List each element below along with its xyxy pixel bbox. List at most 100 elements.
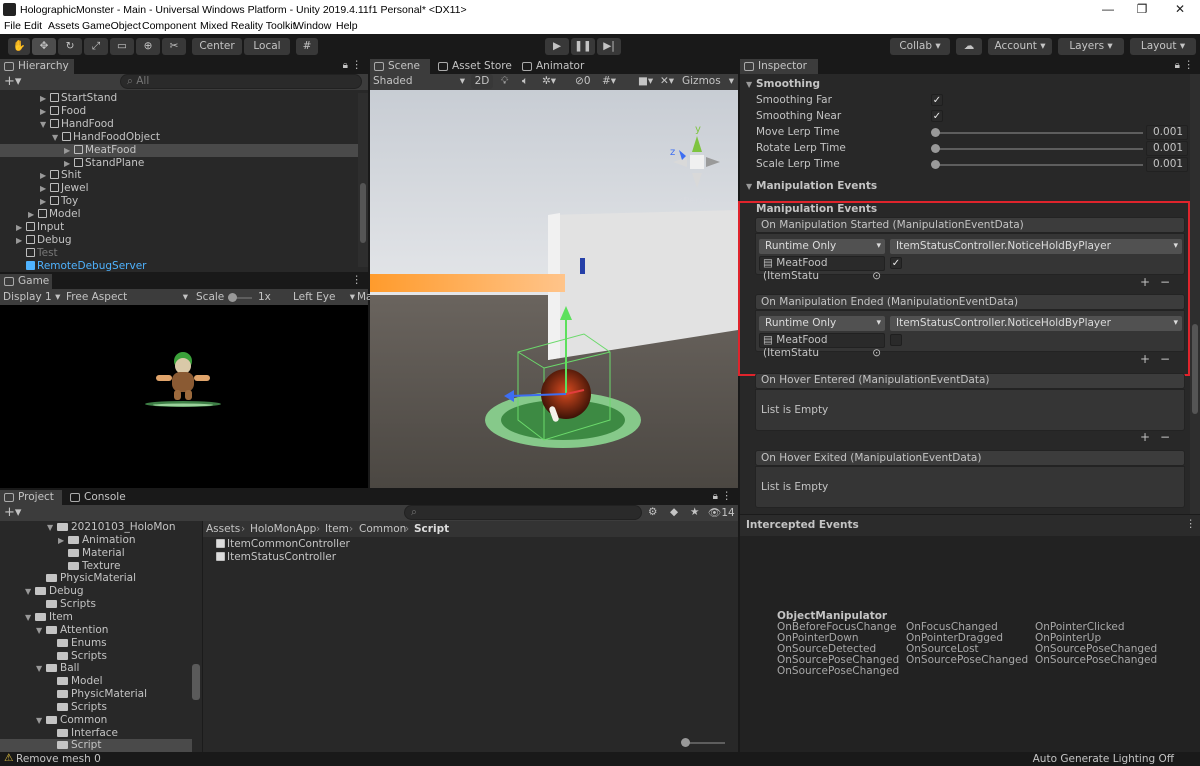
project-tree-scrollbar[interactable]: [192, 664, 200, 700]
expand-arrow-icon[interactable]: ▼: [36, 662, 46, 675]
breadcrumb-item[interactable]: Item: [325, 523, 349, 535]
create-button[interactable]: +▾: [4, 505, 21, 520]
close-button[interactable]: ✕: [1160, 0, 1200, 20]
play-button[interactable]: ▶: [545, 38, 569, 55]
panel-menu-icon[interactable]: ⋮: [1186, 518, 1197, 530]
expand-arrow-icon[interactable]: ▶: [40, 182, 50, 195]
panel-menu-icon[interactable]: ⋮: [352, 274, 363, 286]
hierarchy-item[interactable]: ▶ Jewel: [0, 182, 358, 195]
hierarchy-item[interactable]: Test: [0, 247, 358, 260]
lighting-icon[interactable]: 💡︎: [501, 75, 508, 88]
folder-item[interactable]: Scripts: [0, 701, 192, 714]
grid-icon[interactable]: #▾: [602, 75, 616, 87]
rect-tool-icon[interactable]: ▭: [110, 38, 134, 55]
display-dropdown[interactable]: Display 1 ▾: [3, 291, 60, 303]
tab-project[interactable]: Project: [0, 490, 62, 505]
expand-arrow-icon[interactable]: ▶: [28, 208, 38, 221]
layout-dropdown[interactable]: Layout ▾: [1130, 38, 1196, 55]
hidden-packages-icon[interactable]: 👁︎14: [708, 506, 735, 519]
folder-item[interactable]: ▼ Ball: [0, 662, 192, 675]
folder-item[interactable]: ▼ Debug: [0, 585, 192, 598]
slider-knob[interactable]: [931, 128, 940, 137]
menu-edit[interactable]: Edit: [24, 20, 42, 32]
scene-viewport[interactable]: y z ≺Persp: [370, 90, 738, 488]
folder-item[interactable]: ▼ Item: [0, 611, 192, 624]
effects-icon[interactable]: ✲▾: [542, 75, 556, 87]
hierarchy-item[interactable]: ▼ HandFoodObject: [0, 131, 358, 144]
tab-console[interactable]: Console: [66, 490, 128, 505]
hierarchy-item[interactable]: ▼ HandFood: [0, 118, 358, 131]
expand-arrow-icon[interactable]: ▼: [52, 131, 62, 144]
expand-arrow-icon[interactable]: ▶: [64, 157, 74, 170]
slider-track[interactable]: [935, 164, 1143, 166]
expand-arrow-icon[interactable]: ▶: [40, 195, 50, 208]
slider-value-field[interactable]: 0.001: [1146, 141, 1188, 156]
expand-arrow-icon[interactable]: ▼: [47, 521, 57, 534]
add-listener-button[interactable]: +: [1140, 430, 1150, 444]
breadcrumb-common[interactable]: Common: [359, 523, 406, 535]
hierarchy-item[interactable]: RemoteDebugServer: [0, 260, 358, 273]
persp-label[interactable]: ≺Persp: [675, 196, 711, 207]
slider-value-field[interactable]: 0.001: [1146, 125, 1188, 140]
pause-button[interactable]: ❚❚: [571, 38, 595, 55]
panel-menu-icon[interactable]: ⋮: [352, 59, 363, 71]
lock-icon[interactable]: 🔒︎: [1175, 60, 1180, 71]
expand-arrow-icon[interactable]: ▶: [40, 169, 50, 182]
cloud-icon[interactable]: ☁: [956, 38, 982, 55]
folder-item[interactable]: PhysicMaterial: [0, 688, 192, 701]
scale-tool-icon[interactable]: ⤢: [84, 38, 108, 55]
panel-menu-icon[interactable]: ⋮: [1184, 59, 1195, 71]
tab-inspector[interactable]: Inspector: [740, 59, 818, 74]
menu-help[interactable]: Help: [336, 20, 358, 32]
property-checkbox[interactable]: ✓: [931, 94, 943, 106]
breadcrumb-assets[interactable]: Assets: [206, 523, 240, 535]
menu-component[interactable]: Component: [142, 20, 196, 32]
folder-item[interactable]: ▶ Animation: [0, 534, 192, 547]
breadcrumb-holomonapp[interactable]: HoloMonApp: [250, 523, 316, 535]
expand-arrow-icon[interactable]: ▶: [16, 234, 26, 247]
custom-tool-icon[interactable]: ✂: [162, 38, 186, 55]
camera-icon[interactable]: ■▾: [638, 75, 653, 87]
audio-icon[interactable]: 🔈︎: [522, 75, 528, 88]
gizmos-dropdown[interactable]: Gizmos ▾: [682, 75, 736, 87]
folder-item[interactable]: Texture: [0, 560, 192, 573]
folder-item[interactable]: ▼ Attention: [0, 624, 192, 637]
expand-arrow-icon[interactable]: ▼: [40, 118, 50, 131]
menu-mixed-reality-toolkit[interactable]: Mixed Reality Toolkit: [200, 20, 296, 32]
expand-arrow-icon[interactable]: ▼: [25, 611, 35, 624]
expand-arrow-icon[interactable]: ▶: [16, 221, 26, 234]
hierarchy-search-input[interactable]: ⌕ All: [120, 74, 362, 89]
folder-item[interactable]: Interface: [0, 727, 192, 740]
scale-slider-knob[interactable]: [228, 293, 237, 302]
lock-icon[interactable]: 🔒︎: [343, 60, 348, 71]
expand-arrow-icon[interactable]: ▶: [58, 534, 68, 547]
hidden-objects-icon[interactable]: ⊘0: [575, 75, 591, 87]
folder-item[interactable]: PhysicMaterial: [0, 572, 192, 585]
slider-knob[interactable]: [931, 144, 940, 153]
project-search-input[interactable]: ⌕: [404, 505, 642, 520]
breadcrumb-script[interactable]: Script: [414, 523, 449, 535]
inspector-scrollbar[interactable]: [1190, 74, 1200, 514]
collab-button[interactable]: Collab ▾: [890, 38, 950, 55]
shading-dropdown[interactable]: Shaded ▾: [373, 75, 465, 87]
manipulation-events-foldout[interactable]: ▼ Manipulation Events: [746, 180, 877, 193]
step-button[interactable]: ▶|: [597, 38, 621, 55]
folder-item[interactable]: Scripts: [0, 650, 192, 663]
hierarchy-item[interactable]: ▶ StandPlane: [0, 157, 358, 170]
folder-item[interactable]: Script: [0, 739, 192, 752]
panel-menu-icon[interactable]: ⋮: [722, 490, 733, 502]
hierarchy-scrollbar[interactable]: [358, 93, 368, 267]
hierarchy-item[interactable]: ▶ Input: [0, 221, 358, 234]
expand-arrow-icon[interactable]: ▶: [40, 92, 50, 105]
hand-tool-icon[interactable]: ✋: [8, 38, 30, 55]
tools-icon[interactable]: ✕▾: [660, 75, 674, 87]
remove-listener-button[interactable]: −: [1160, 430, 1170, 444]
tab-animator[interactable]: Animator: [518, 59, 588, 74]
expand-arrow-icon[interactable]: ▼: [36, 624, 46, 637]
menu-file[interactable]: File: [4, 20, 21, 32]
status-message[interactable]: Remove mesh 0: [16, 753, 101, 765]
hierarchy-item[interactable]: ▶ Food: [0, 105, 358, 118]
slider-track[interactable]: [935, 148, 1143, 150]
expand-arrow-icon[interactable]: ▶: [40, 105, 50, 118]
add-button[interactable]: +▾: [4, 74, 21, 89]
